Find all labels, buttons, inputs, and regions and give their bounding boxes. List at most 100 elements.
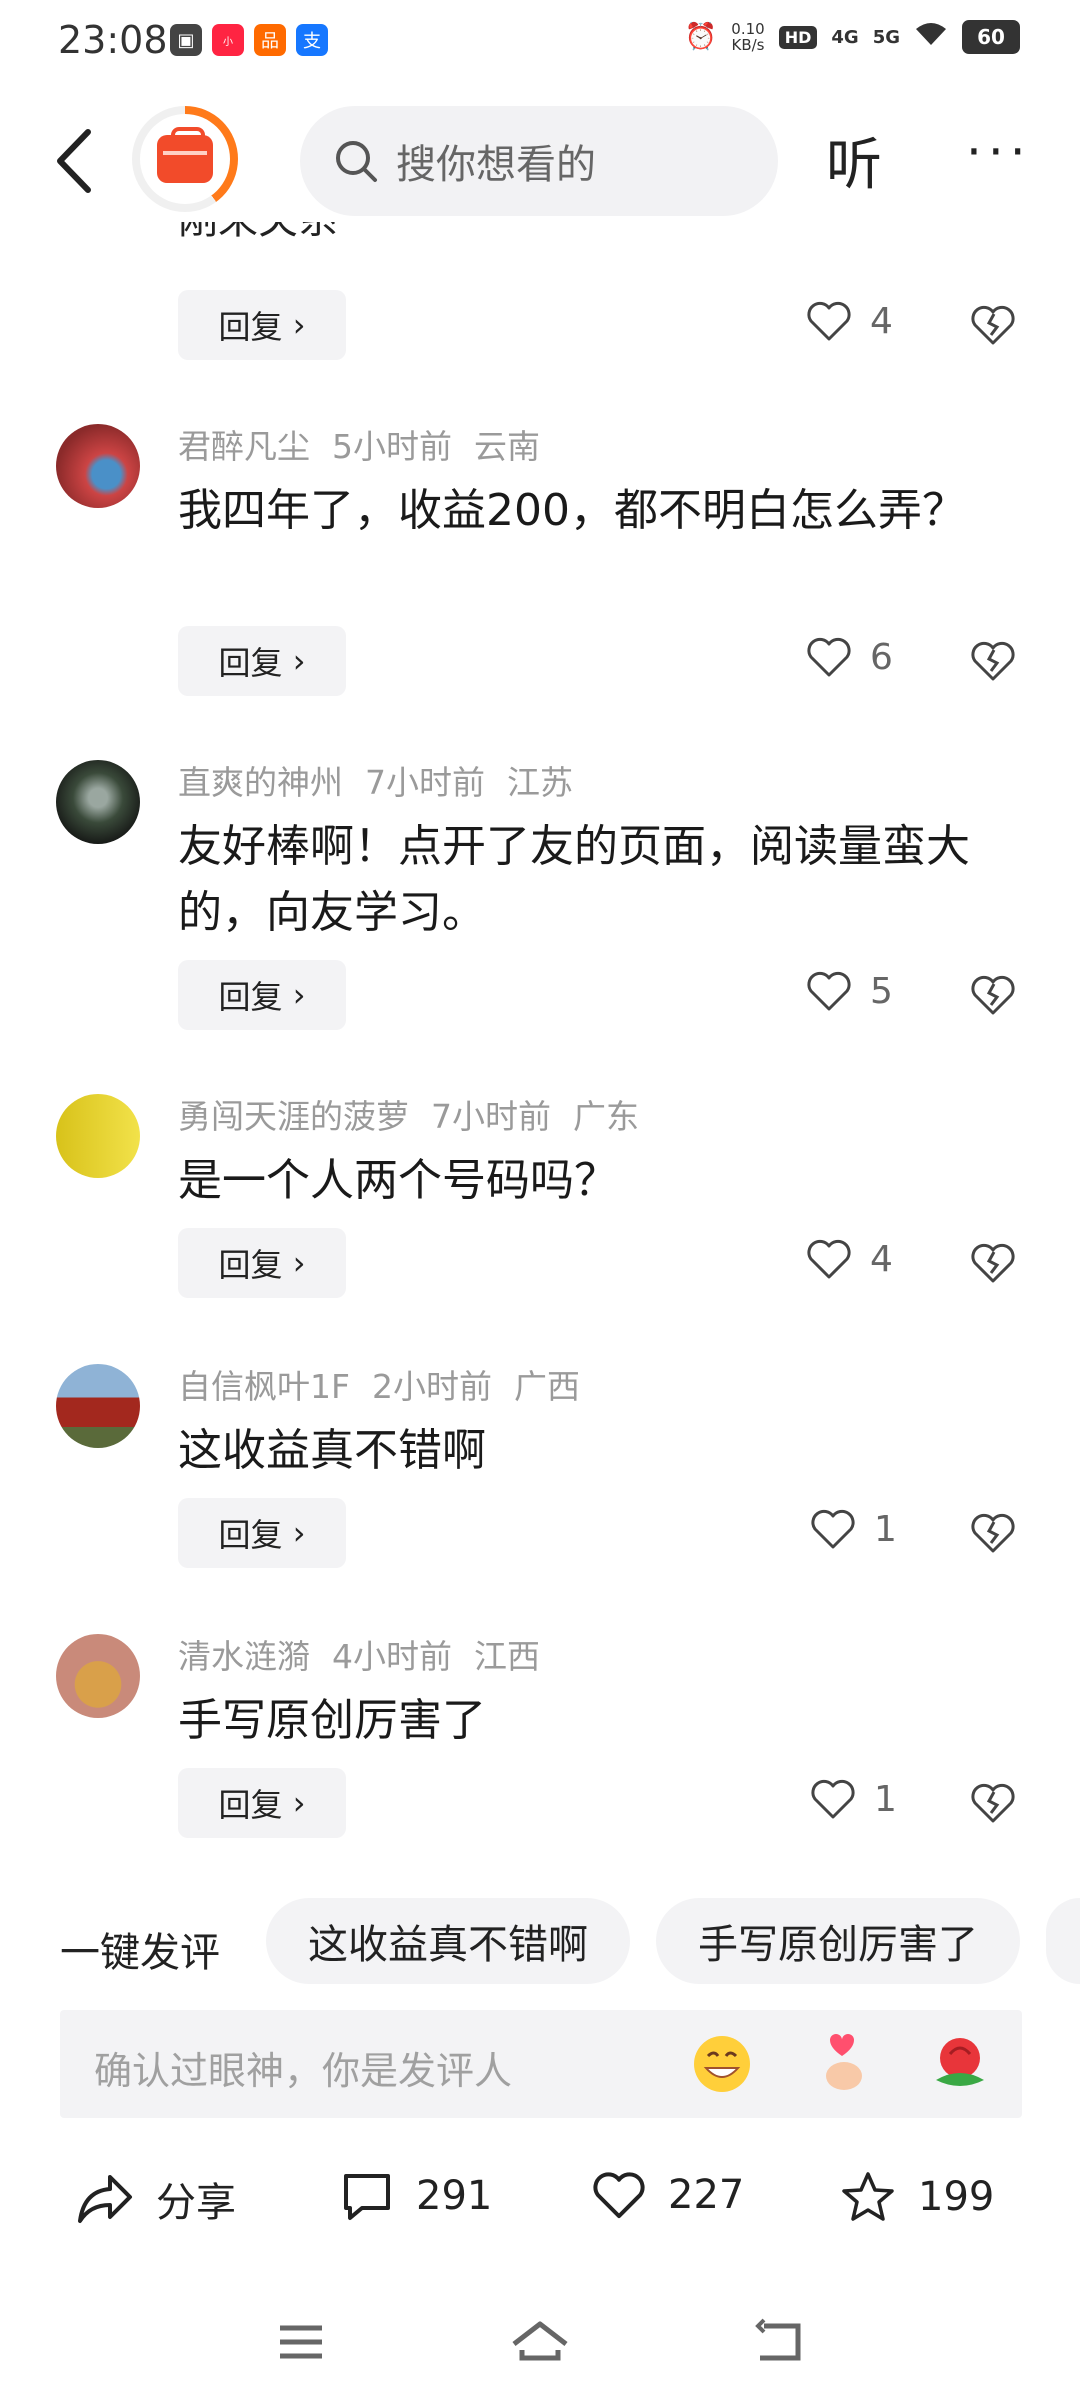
dislike-button[interactable]: [970, 640, 1016, 686]
comment-text: 手写原创厉害了: [178, 1695, 486, 1746]
likes-count: 227: [668, 2172, 745, 2218]
heart-icon: [807, 1239, 851, 1279]
comment-meta: 君醉凡尘 5小时前 云南: [178, 420, 562, 468]
like-button[interactable]: 1: [810, 1508, 897, 1550]
broken-heart-icon: [971, 1243, 1015, 1283]
status-time: 23:08: [58, 18, 168, 62]
reply-button[interactable]: 回复 ›: [178, 290, 346, 360]
xiaohongshu-icon: 小: [212, 24, 244, 56]
taobao-icon: 品: [254, 24, 286, 56]
back-button[interactable]: [48, 126, 104, 196]
broken-heart-icon: [971, 975, 1015, 1015]
like-button[interactable]: 4: [806, 1238, 893, 1280]
network-speed-unit: KB/s: [731, 36, 765, 54]
dislike-button[interactable]: [970, 1782, 1016, 1828]
broken-heart-icon: [971, 1513, 1015, 1553]
like-post-button[interactable]: 227: [592, 2170, 744, 2220]
avatar[interactable]: [56, 424, 140, 508]
comment-time: 2小时前: [371, 1367, 492, 1406]
signal-5g-icon: 5G: [872, 26, 900, 48]
reply-button[interactable]: 回复 ›: [178, 1498, 346, 1568]
network-speed-value: 0.10: [731, 20, 765, 38]
reply-button[interactable]: 回复 ›: [178, 626, 346, 696]
reply-button[interactable]: 回复 ›: [178, 960, 346, 1030]
comment-time: 4小时前: [332, 1637, 452, 1676]
more-menu-button[interactable]: ···: [966, 127, 1032, 177]
network-speed: 0.10 KB/s: [731, 21, 764, 53]
comment-username[interactable]: 勇闯天涯的菠萝: [178, 1097, 409, 1136]
chevron-right-icon: ›: [282, 306, 306, 344]
top-header: 搜你想看的 听 ···: [0, 96, 1080, 226]
grinning-emoji-icon[interactable]: [690, 2032, 754, 2096]
chevron-right-icon: ›: [282, 976, 306, 1014]
avatar[interactable]: [56, 1094, 140, 1178]
comment-input-placeholder: 确认过眼神，你是发评人: [94, 2049, 513, 2093]
avatar[interactable]: [56, 1364, 140, 1448]
reply-label: 回复: [218, 1246, 283, 1284]
reply-label: 回复: [218, 1516, 283, 1554]
heart-icon: [807, 301, 851, 341]
search-bar[interactable]: 搜你想看的: [300, 106, 778, 216]
alarm-icon: ⏰: [684, 22, 718, 52]
share-button[interactable]: 分享: [76, 2170, 236, 2228]
comment-location: 江苏: [507, 763, 573, 802]
chevron-right-icon: ›: [282, 642, 306, 680]
heart-icon: [807, 637, 851, 677]
comment-bubble-icon: [344, 2174, 390, 2220]
reply-button[interactable]: 回复 ›: [178, 1228, 346, 1298]
comment-username[interactable]: 清水涟漪: [178, 1637, 310, 1676]
share-label: 分享: [156, 2180, 236, 2226]
finger-heart-emoji-icon[interactable]: [810, 2032, 874, 2096]
comment-meta: 勇闯天涯的菠萝 7小时前 广东: [178, 1090, 661, 1138]
home-icon[interactable]: [510, 2318, 570, 2366]
dislike-button[interactable]: [970, 1242, 1016, 1288]
listen-button[interactable]: 听: [826, 120, 882, 201]
comment-text: 是一个人两个号码吗？: [178, 1155, 618, 1206]
reply-label: 回复: [218, 308, 283, 346]
battery-icon: 60: [962, 20, 1020, 54]
broken-heart-icon: [971, 641, 1015, 681]
alipay-icon: 支: [296, 24, 328, 56]
comment-input[interactable]: 确认过眼神，你是发评人: [60, 2010, 1022, 2118]
comment-username[interactable]: 自信枫叶1F: [178, 1367, 350, 1406]
chevron-right-icon: ›: [282, 1244, 306, 1282]
comment-meta: 清水涟漪 4小时前 江西: [178, 1630, 562, 1678]
comment-meta: 直爽的神州 7小时前 江苏: [178, 756, 595, 804]
dislike-button[interactable]: [970, 1512, 1016, 1558]
reply-label: 回复: [218, 978, 283, 1016]
like-count: 6: [870, 636, 893, 678]
comment-username[interactable]: 直爽的神州: [178, 763, 343, 802]
star-icon: [842, 2172, 894, 2221]
menu-icon[interactable]: [276, 2320, 326, 2364]
like-button[interactable]: 1: [810, 1778, 897, 1820]
quick-comment-chip[interactable]: 这收益真不错啊: [266, 1898, 630, 1984]
rose-emoji-icon[interactable]: [928, 2032, 992, 2096]
reply-label: 回复: [218, 1786, 283, 1824]
signal-4g-icon: 4G: [831, 26, 859, 48]
dislike-button[interactable]: [970, 304, 1016, 350]
comments-button[interactable]: 291: [340, 2170, 492, 2222]
heart-icon: [593, 2172, 645, 2219]
quick-comment-chip-partial[interactable]: [1046, 1898, 1080, 1984]
avatar[interactable]: [56, 1634, 140, 1718]
comment-username[interactable]: 君醉凡尘: [178, 427, 310, 466]
favorites-count: 199: [918, 2174, 995, 2220]
search-icon: [336, 141, 377, 182]
like-button[interactable]: 5: [806, 970, 893, 1012]
broken-heart-icon: [971, 1783, 1015, 1823]
comment-text: 友好棒啊！点开了友的页面，阅读量蛮大的，向友学习。: [178, 821, 970, 938]
chevron-right-icon: ›: [282, 1514, 306, 1552]
comment-location: 江西: [474, 1637, 540, 1676]
app-logo-button[interactable]: [132, 106, 238, 212]
dislike-button[interactable]: [970, 974, 1016, 1020]
hd-icon: HD: [778, 25, 818, 49]
quick-comment-chip[interactable]: 手写原创厉害了: [656, 1898, 1020, 1984]
red-bag-icon: [157, 127, 213, 183]
reply-button[interactable]: 回复 ›: [178, 1768, 346, 1838]
chevron-right-icon: ›: [282, 1784, 306, 1822]
back-nav-icon[interactable]: [754, 2318, 804, 2366]
avatar[interactable]: [56, 760, 140, 844]
like-button[interactable]: 4: [806, 300, 893, 342]
favorite-button[interactable]: 199: [840, 2170, 994, 2224]
like-button[interactable]: 6: [806, 636, 893, 678]
